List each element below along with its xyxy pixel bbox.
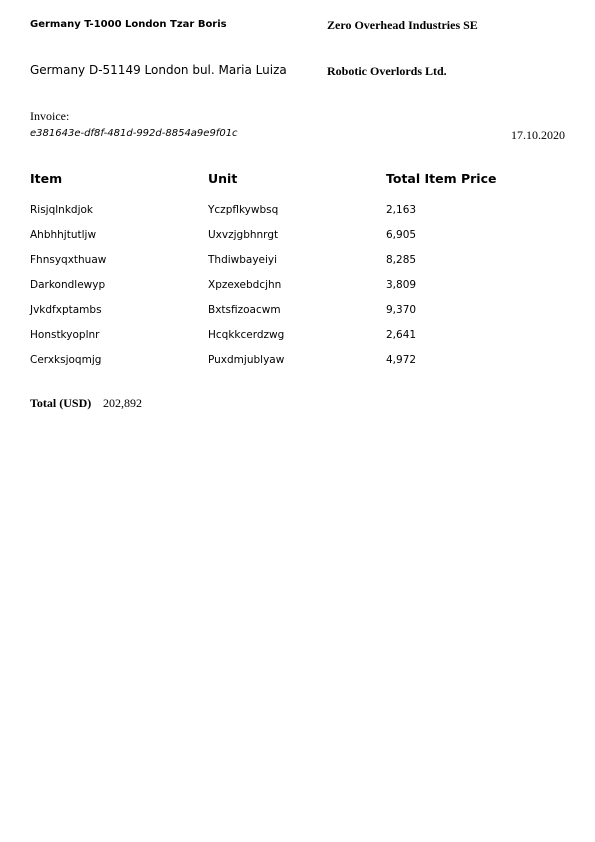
- unit-cell: Bxtsfizoacwm: [208, 304, 281, 316]
- invoice-date: 17.10.2020: [511, 128, 565, 142]
- total-value: 202,892: [103, 396, 142, 410]
- unit-cell: Thdiwbayeiyi: [208, 254, 278, 266]
- invoice-id: e381643e-df8f-481d-992d-8854a9e9f01c: [30, 128, 238, 139]
- table-row: Darkondlewyp Xpzexebdcjhn 3,809: [0, 279, 595, 304]
- table-row: Honstkyoplnr Hcqkkcerdzwg 2,641: [0, 329, 595, 354]
- unit-cell: Xpzexebdcjhn: [208, 279, 282, 291]
- item-cell: Risjqlnkdjok: [30, 204, 94, 216]
- column-header-unit: Unit: [208, 171, 238, 186]
- price-cell: 8,285: [386, 254, 417, 266]
- unit-cell: Puxdmjublyaw: [208, 354, 285, 366]
- price-cell: 6,905: [386, 229, 417, 241]
- table-row: Ahbhhjtutljw Uxvzjgbhnrgt 6,905: [0, 229, 595, 254]
- price-cell: 4,972: [386, 354, 417, 366]
- price-cell: 2,641: [386, 329, 417, 341]
- price-cell: 2,163: [386, 204, 417, 216]
- price-cell: 3,809: [386, 279, 417, 291]
- unit-cell: Hcqkkcerdzwg: [208, 329, 285, 341]
- item-cell: Fhnsyqxthuaw: [30, 254, 107, 266]
- total-label: Total (USD): [30, 396, 92, 410]
- column-header-price: Total Item Price: [386, 171, 497, 186]
- table-row: Cerxksjoqmjg Puxdmjublyaw 4,972: [0, 354, 595, 379]
- column-header-item: Item: [30, 171, 63, 186]
- item-cell: Honstkyoplnr: [30, 329, 100, 341]
- unit-cell: Uxvzjgbhnrgt: [208, 229, 279, 241]
- sender-address-line-1: Germany T-1000 London Tzar Boris: [30, 19, 227, 30]
- invoice-label: Invoice:: [30, 109, 70, 123]
- item-cell: Cerxksjoqmjg: [30, 354, 102, 366]
- item-cell: Ahbhhjtutljw: [30, 229, 97, 241]
- recipient-name-line-1: Zero Overhead Industries SE: [327, 18, 478, 32]
- item-cell: Jvkdfxptambs: [30, 304, 102, 316]
- recipient-name-line-2: Robotic Overlords Ltd.: [327, 64, 447, 78]
- table-row: Risjqlnkdjok Yczpflkywbsq 2,163: [0, 204, 595, 229]
- price-cell: 9,370: [386, 304, 417, 316]
- table-row: Jvkdfxptambs Bxtsfizoacwm 9,370: [0, 304, 595, 329]
- sender-address-line-2: Germany D-51149 London bul. Maria Luiza: [30, 63, 287, 77]
- table-row: Fhnsyqxthuaw Thdiwbayeiyi 8,285: [0, 254, 595, 279]
- item-cell: Darkondlewyp: [30, 279, 106, 291]
- unit-cell: Yczpflkywbsq: [208, 204, 279, 216]
